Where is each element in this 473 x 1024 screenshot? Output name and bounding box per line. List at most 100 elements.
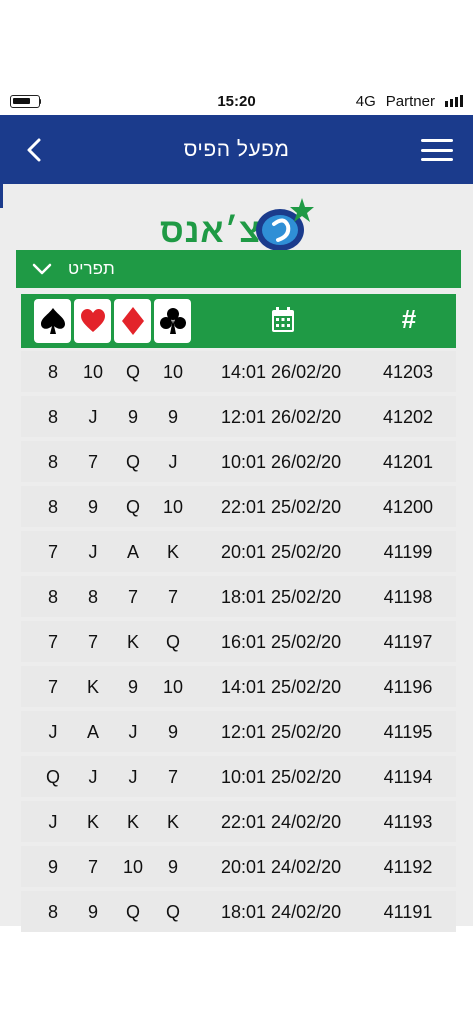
club-card-value: 7 — [167, 767, 178, 787]
draw-number: 41196 — [383, 677, 433, 697]
battery-icon — [10, 94, 41, 108]
draw-number: 41199 — [383, 542, 433, 562]
spade-card-value: 8 — [47, 587, 58, 607]
table-row[interactable]: 8 10 Q 10 14:01 26/02/20 41203 — [21, 351, 456, 392]
status-right: 4G Partner — [356, 93, 463, 110]
spade-card-value: 8 — [47, 497, 58, 517]
table-row[interactable]: 8 J 9 9 12:01 26/02/20 41202 — [21, 396, 456, 437]
draw-number: 41198 — [383, 587, 433, 607]
club-card-value: J — [168, 452, 178, 472]
spade-card-value: 8 — [47, 407, 58, 427]
hamburger-icon — [421, 139, 453, 142]
draw-date: 20:01 25/02/20 — [221, 542, 342, 562]
draw-date: 14:01 25/02/20 — [221, 677, 342, 697]
heart-card-value: 8 — [87, 587, 98, 607]
draw-date: 14:01 26/02/20 — [221, 362, 342, 382]
club-card-value: K — [166, 812, 179, 832]
draw-date: 18:01 24/02/20 — [221, 902, 342, 922]
draw-date: 18:01 25/02/20 — [221, 587, 342, 607]
spade-card-value: 8 — [47, 362, 58, 382]
draw-date: 22:01 25/02/20 — [221, 497, 342, 517]
draw-number: 41193 — [383, 812, 433, 832]
draw-date: 12:01 25/02/20 — [221, 722, 342, 742]
draw-date: 22:01 24/02/20 — [221, 812, 342, 832]
heart-card-value: 9 — [87, 497, 98, 517]
club-card-value: 10 — [162, 677, 184, 697]
diamond-card-value: A — [126, 542, 139, 562]
diamond-card-value: Q — [125, 452, 140, 472]
table-row[interactable]: 7 K 9 10 14:01 25/02/20 41196 — [21, 666, 456, 707]
status-bar: 15:20 4G Partner — [0, 88, 473, 114]
draw-date: 12:01 26/02/20 — [221, 407, 342, 427]
chevron-left-icon — [27, 138, 41, 162]
diamond-card-value: Q — [125, 362, 140, 382]
club-column-header — [154, 299, 191, 343]
table-row[interactable]: J K K K 22:01 24/02/20 41193 — [21, 801, 456, 842]
diamond-card-value: K — [126, 632, 139, 652]
spade-icon — [40, 308, 65, 334]
spade-card-value: 8 — [47, 452, 58, 472]
draw-number: 41195 — [383, 722, 433, 742]
heart-card-value: A — [86, 722, 99, 742]
spade-card-value: 7 — [47, 677, 58, 697]
diamond-card-value: J — [128, 722, 138, 742]
draw-number: 41197 — [383, 632, 433, 652]
heart-card-value: 9 — [87, 902, 98, 922]
club-card-value: 9 — [167, 407, 178, 427]
logo-text: צ׳אנס — [160, 212, 262, 250]
club-card-value: 10 — [162, 497, 184, 517]
table-row[interactable]: 8 7 Q J 10:01 26/02/20 41201 — [21, 441, 456, 482]
number-column-header: # — [401, 304, 417, 334]
spade-card-value: J — [48, 722, 58, 742]
diamond-card-value: K — [126, 812, 139, 832]
back-button[interactable] — [20, 135, 50, 165]
table-row[interactable]: 7 7 K Q 16:01 25/02/20 41197 — [21, 621, 456, 662]
chevron-down-icon — [32, 263, 52, 275]
dropdown-label: תפריט — [68, 259, 115, 278]
club-card-value: 7 — [167, 587, 178, 607]
network-type: 4G — [355, 92, 376, 110]
club-card-value: K — [166, 542, 179, 562]
diamond-card-value: Q — [125, 902, 140, 922]
spade-card-value: 7 — [47, 542, 58, 562]
table-row[interactable]: 8 9 Q Q 18:01 24/02/20 41191 — [21, 891, 456, 932]
heart-card-value: 7 — [87, 632, 98, 652]
draw-date: 10:01 26/02/20 — [221, 452, 342, 472]
table-row[interactable]: J A J 9 12:01 25/02/20 41195 — [21, 711, 456, 752]
heart-card-value: J — [88, 407, 98, 427]
status-time: 15:20 — [217, 92, 256, 110]
table-row[interactable]: 9 7 10 9 20:01 24/02/20 41192 — [21, 846, 456, 887]
table-row[interactable]: 8 8 7 7 18:01 25/02/20 41198 — [21, 576, 456, 617]
menu-button[interactable] — [421, 139, 453, 161]
club-card-value: 10 — [162, 362, 184, 382]
spade-card-value: 9 — [47, 857, 58, 877]
spade-card-value: 8 — [47, 902, 58, 922]
table-header: # — [21, 294, 456, 348]
calendar-icon — [272, 307, 294, 332]
heart-card-value: 7 — [87, 452, 98, 472]
draw-date: 16:01 25/02/20 — [221, 632, 342, 652]
table-row[interactable]: Q J J 7 10:01 25/02/20 41194 — [21, 756, 456, 797]
heart-card-value: J — [88, 767, 98, 787]
diamond-card-value: Q — [125, 497, 140, 517]
table-row[interactable]: 7 J A K 20:01 25/02/20 41199 — [21, 531, 456, 572]
club-icon — [159, 308, 186, 334]
chance-logo: צ׳אנס — [160, 194, 320, 256]
spade-card-value: J — [48, 812, 58, 832]
draw-date: 10:01 25/02/20 — [221, 767, 342, 787]
carrier-name: Partner — [385, 92, 435, 110]
heart-column-header — [74, 299, 111, 343]
club-card-value: Q — [165, 632, 180, 652]
diamond-card-value: J — [128, 767, 138, 787]
table-row[interactable]: 8 9 Q 10 22:01 25/02/20 41200 — [21, 486, 456, 527]
heart-card-value: 10 — [82, 362, 104, 382]
diamond-icon — [121, 307, 144, 335]
diamond-card-value: 7 — [127, 587, 138, 607]
heart-card-value: J — [88, 542, 98, 562]
menu-dropdown[interactable]: תפריט — [16, 250, 461, 288]
club-card-value: Q — [165, 902, 180, 922]
heart-card-value: K — [86, 812, 99, 832]
diamond-card-value: 9 — [127, 677, 138, 697]
page-title: מפעל הפיס — [183, 137, 290, 161]
draw-number: 41192 — [383, 857, 433, 877]
